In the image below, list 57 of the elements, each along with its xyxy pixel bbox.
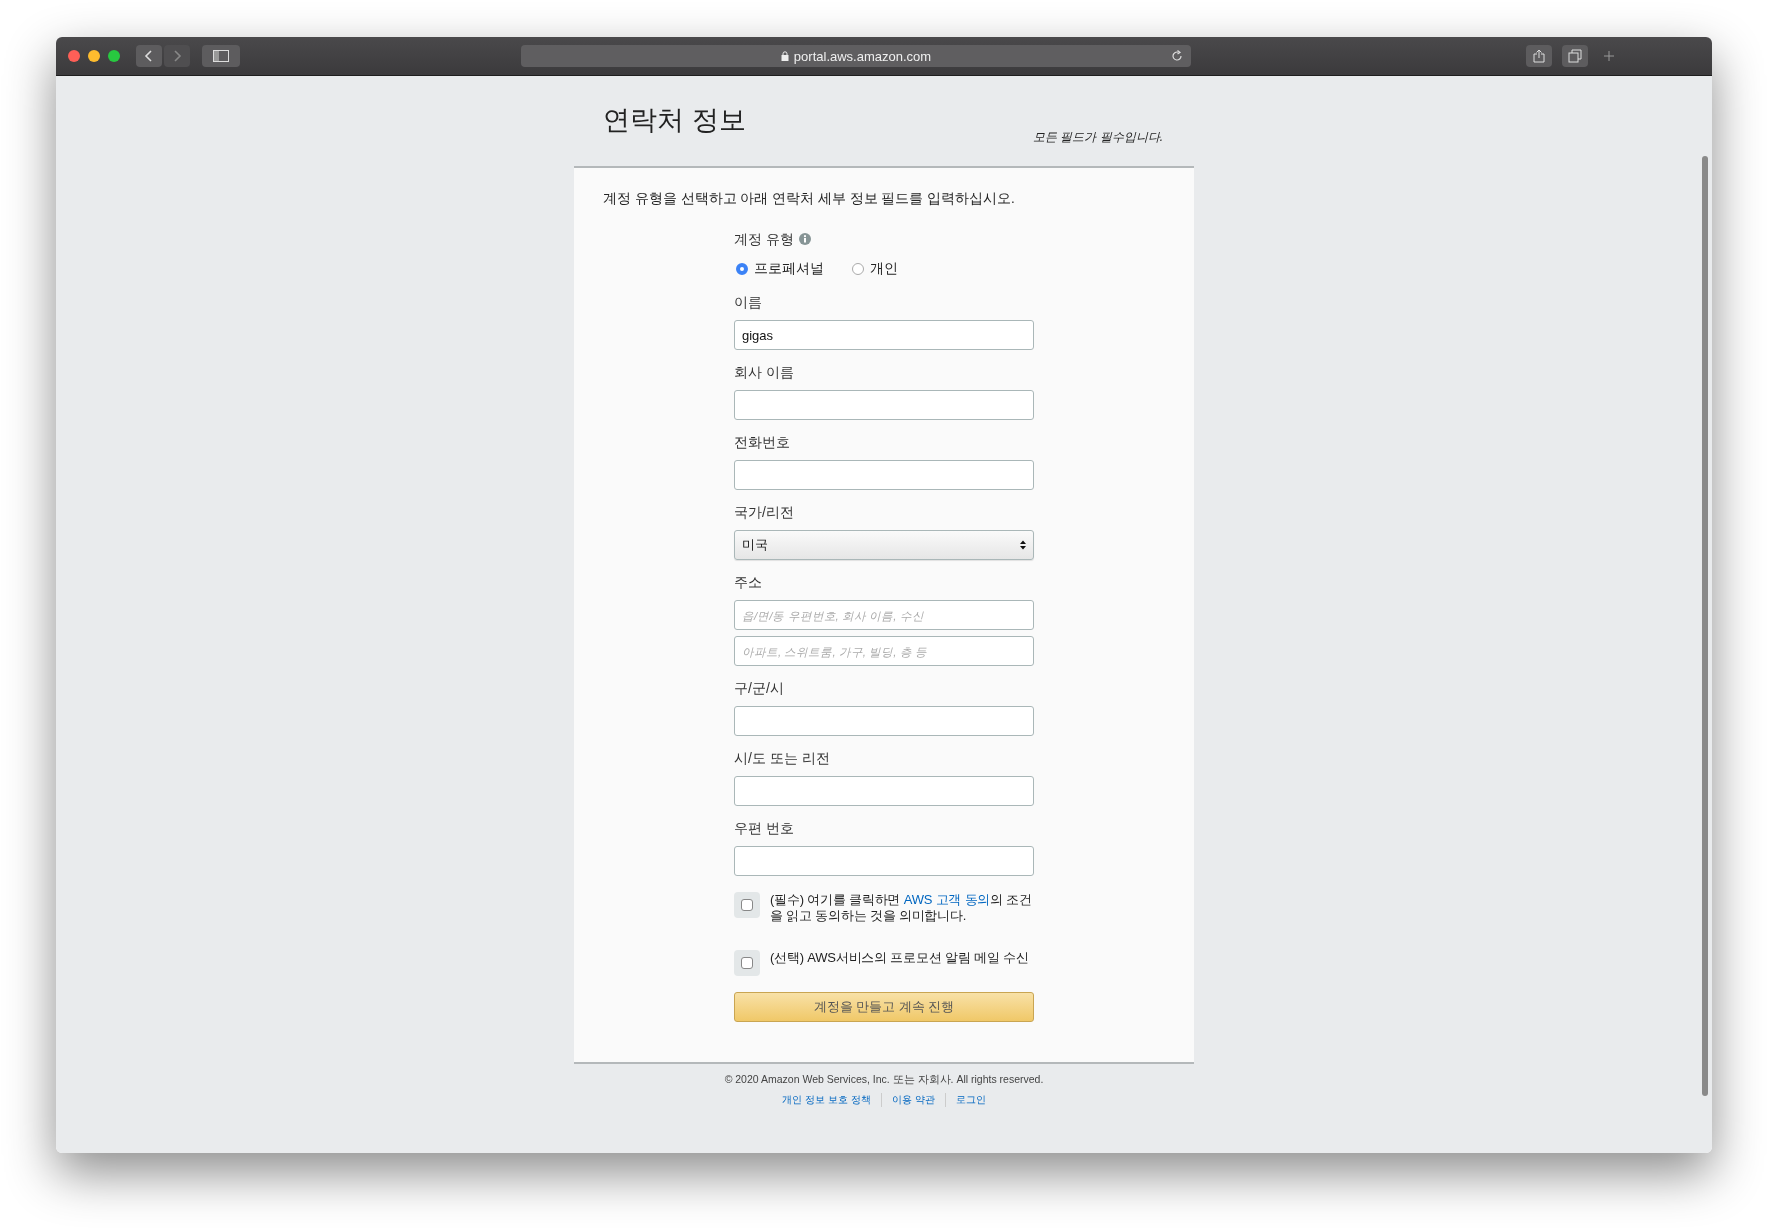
- field-label: 국가/리전: [734, 503, 795, 521]
- country-select[interactable]: 미국: [734, 530, 1034, 560]
- input-field[interactable]: [734, 706, 1034, 736]
- zoom-icon[interactable]: [108, 50, 120, 62]
- new-tab-icon[interactable]: [1602, 49, 1616, 63]
- checkbox[interactable]: [741, 957, 753, 969]
- minimize-icon[interactable]: [88, 50, 100, 62]
- sidebar-icon: [213, 50, 229, 62]
- input-field[interactable]: [734, 390, 1034, 420]
- input-field[interactable]: 읍/면/동 우편번호, 회사 이름, 수신: [734, 600, 1034, 630]
- lock-icon: [780, 51, 789, 61]
- page-title: 연락처 정보: [603, 104, 746, 137]
- share-icon: [1533, 49, 1545, 63]
- field-label: 구/군/시: [734, 679, 785, 697]
- field-label: 계정 유형: [734, 230, 794, 248]
- tabs-button[interactable]: [1562, 45, 1588, 67]
- required-note: 모든 필드가 필수입니다.: [1033, 129, 1163, 146]
- field-label: 우편 번호: [734, 819, 795, 837]
- field-label: 전화번호: [734, 433, 791, 451]
- forward-button[interactable]: [164, 45, 190, 67]
- field-label: 시/도 또는 리전: [734, 749, 831, 767]
- info-icon[interactable]: [798, 233, 811, 245]
- field-label: 이름: [734, 293, 763, 311]
- agreement-text: (필수) 여기를 클릭하면 AWS 고객 동의 의 조건을 읽고 동의하는 것을 의미합니다.: [770, 892, 1034, 924]
- radio-label[interactable]: 개인: [870, 260, 898, 278]
- checkbox[interactable]: [741, 899, 753, 911]
- address-bar[interactable]: portal.aws.amazon.com: [521, 45, 1191, 67]
- select-arrows-icon: [1020, 540, 1026, 550]
- reload-icon[interactable]: [1171, 50, 1183, 62]
- tabs-icon: [1568, 49, 1582, 63]
- footer-link[interactable]: 로그인: [944, 1093, 996, 1107]
- url-text: portal.aws.amazon.com: [793, 48, 932, 64]
- input-field[interactable]: gigas: [734, 320, 1034, 350]
- back-button[interactable]: [136, 45, 162, 67]
- input-field[interactable]: [734, 460, 1034, 490]
- copyright-text: © 2020 Amazon Web Services, Inc. 또는 자회사. All rights reserved.: [724, 1073, 1044, 1087]
- input-field[interactable]: [734, 846, 1034, 876]
- select-value: 미국: [742, 536, 768, 554]
- submit-button[interactable]: 계정을 만들고 계속 진행: [734, 992, 1034, 1022]
- chevron-left-icon: [144, 49, 154, 63]
- radio-label[interactable]: 프로페셔널: [754, 260, 824, 278]
- share-button[interactable]: [1526, 45, 1552, 67]
- agreement-text: (선택) AWS서비스의 프로모션 알림 메일 수신: [770, 950, 1030, 966]
- input-field[interactable]: [734, 776, 1034, 806]
- sidebar-button[interactable]: [202, 45, 240, 67]
- close-icon[interactable]: [68, 50, 80, 62]
- intro-text: 계정 유형을 선택하고 아래 연락처 세부 정보 필드를 입력하십시오.: [603, 190, 1016, 208]
- radio-button[interactable]: [852, 263, 864, 275]
- scrollbar[interactable]: [1702, 156, 1708, 1096]
- agreement-link[interactable]: AWS 고객 동의: [903, 892, 991, 907]
- footer-link[interactable]: 개인 정보 보호 정책: [772, 1093, 881, 1107]
- chevron-right-icon: [172, 49, 182, 63]
- field-label: 회사 이름: [734, 363, 795, 381]
- input-field[interactable]: 아파트, 스위트룸, 가구, 빌딩, 층 등: [734, 636, 1034, 666]
- radio-button[interactable]: [736, 263, 748, 275]
- footer-link[interactable]: 이용 약관: [880, 1093, 945, 1107]
- field-label: 주소: [734, 573, 763, 591]
